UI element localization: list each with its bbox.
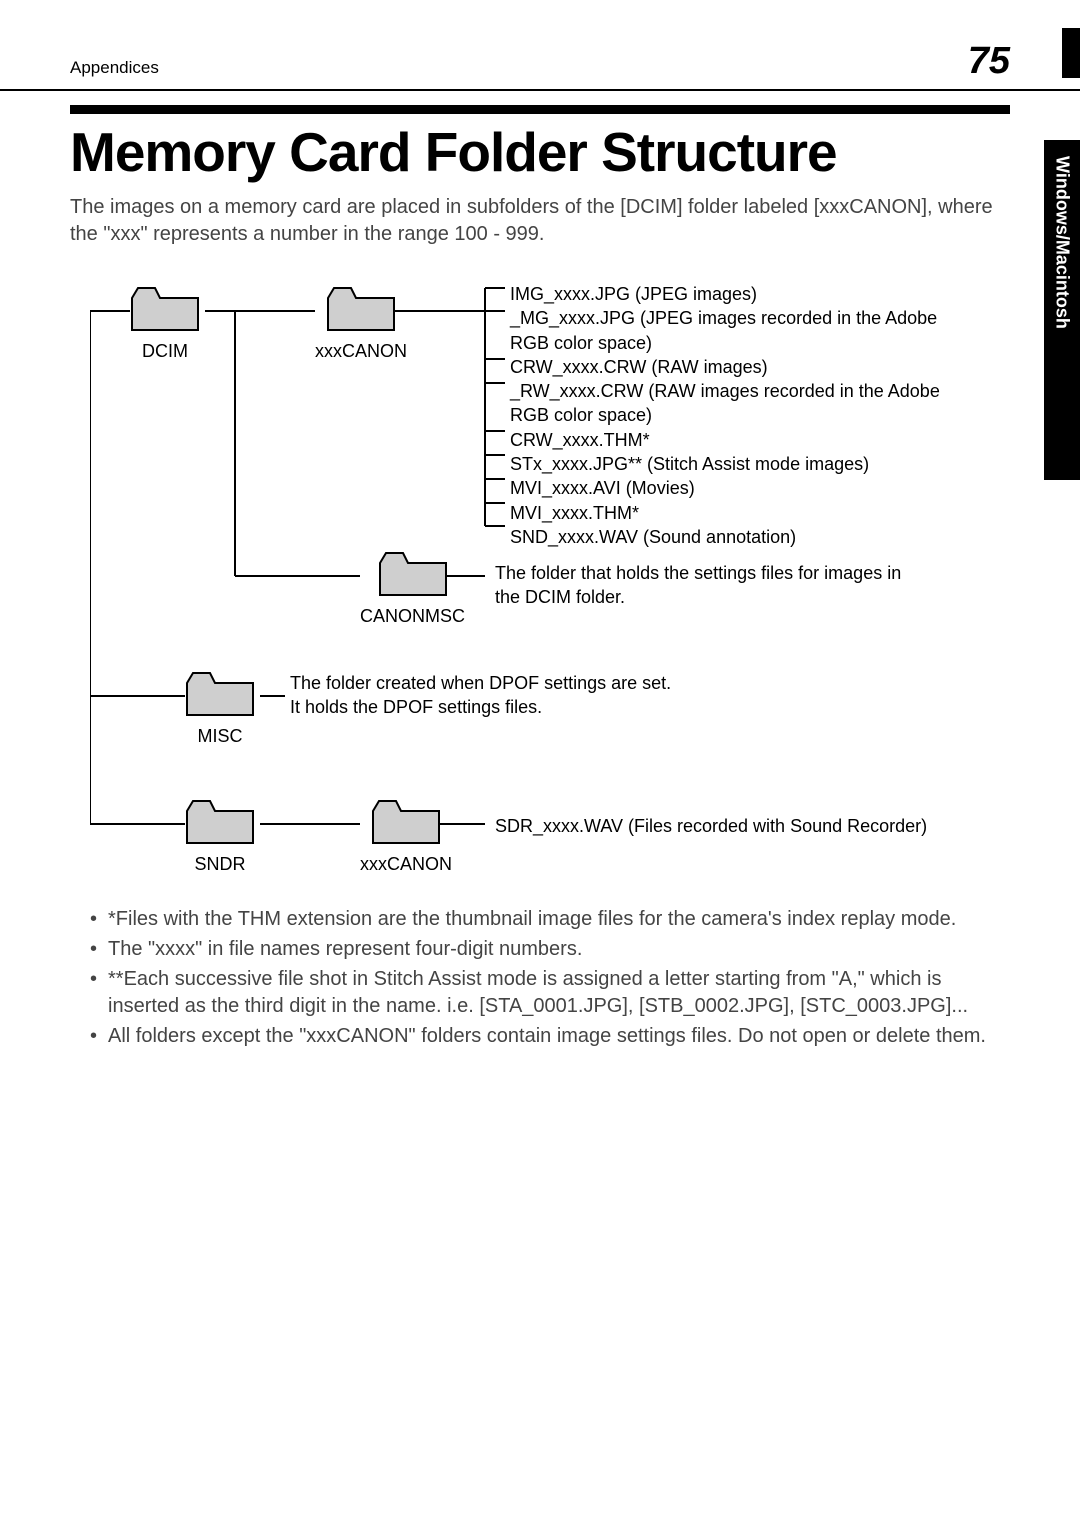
- folder-icon: [326, 286, 396, 332]
- folder-label: DCIM: [130, 341, 200, 362]
- folder-diagram: DCIM xxxCANON CANONMSC MISC SNDR xxxCANO…: [90, 276, 1010, 876]
- canonmsc-desc: The folder that holds the settings files…: [495, 561, 925, 610]
- sndr-desc: SDR_xxxx.WAV (Files recorded with Sound …: [495, 814, 927, 838]
- folder-icon: [185, 799, 255, 845]
- page-title: Memory Card Folder Structure: [70, 120, 1010, 184]
- side-tab: Windows/Macintosh: [1044, 140, 1080, 480]
- title-rule: [70, 105, 1010, 114]
- folder-icon: [371, 799, 441, 845]
- file-list: IMG_xxxx.JPG (JPEG images) _MG_xxxx.JPG …: [510, 282, 940, 549]
- file-item: CRW_xxxx.CRW (RAW images): [510, 355, 940, 379]
- note-item: The "xxxx" in file names represent four-…: [90, 936, 1010, 963]
- misc-desc-line: The folder created when DPOF settings ar…: [290, 671, 671, 695]
- folder-icon: [185, 671, 255, 717]
- folder-label: CANONMSC: [360, 606, 465, 627]
- folder-icon: [378, 551, 448, 597]
- folder-xxxcanon: xxxCANON: [315, 286, 407, 362]
- folder-icon: [130, 286, 200, 332]
- file-item: SND_xxxx.WAV (Sound annotation): [510, 525, 940, 549]
- folder-sndr: SNDR: [185, 799, 255, 875]
- misc-desc-line: It holds the DPOF settings files.: [290, 695, 671, 719]
- file-item: MVI_xxxx.THM*: [510, 501, 940, 525]
- intro-text: The images on a memory card are placed i…: [70, 194, 1010, 248]
- file-item: MVI_xxxx.AVI (Movies): [510, 476, 940, 500]
- folder-canonmsc: CANONMSC: [360, 551, 465, 627]
- file-item: _MG_xxxx.JPG (JPEG images recorded in th…: [510, 306, 940, 355]
- file-item: CRW_xxxx.THM*: [510, 428, 940, 452]
- note-item: **Each successive file shot in Stitch As…: [90, 966, 1010, 1020]
- side-marker: [1062, 28, 1080, 78]
- folder-label: xxxCANON: [360, 854, 452, 875]
- folder-label: xxxCANON: [315, 341, 407, 362]
- notes-list: *Files with the THM extension are the th…: [90, 906, 1010, 1050]
- section-label: Appendices: [70, 58, 159, 78]
- folder-label: SNDR: [185, 854, 255, 875]
- note-item: All folders except the "xxxCANON" folder…: [90, 1023, 1010, 1050]
- folder-label: MISC: [185, 726, 255, 747]
- folder-misc: MISC: [185, 671, 255, 747]
- file-item: IMG_xxxx.JPG (JPEG images): [510, 282, 940, 306]
- folder-dcim: DCIM: [130, 286, 200, 362]
- folder-xxxcanon2: xxxCANON: [360, 799, 452, 875]
- note-item: *Files with the THM extension are the th…: [90, 906, 1010, 933]
- misc-desc: The folder created when DPOF settings ar…: [290, 671, 671, 720]
- page-number: 75: [968, 40, 1010, 83]
- file-item: _RW_xxxx.CRW (RAW images recorded in the…: [510, 379, 940, 428]
- header-row: Appendices 75: [0, 0, 1080, 91]
- file-item: STx_xxxx.JPG** (Stitch Assist mode image…: [510, 452, 940, 476]
